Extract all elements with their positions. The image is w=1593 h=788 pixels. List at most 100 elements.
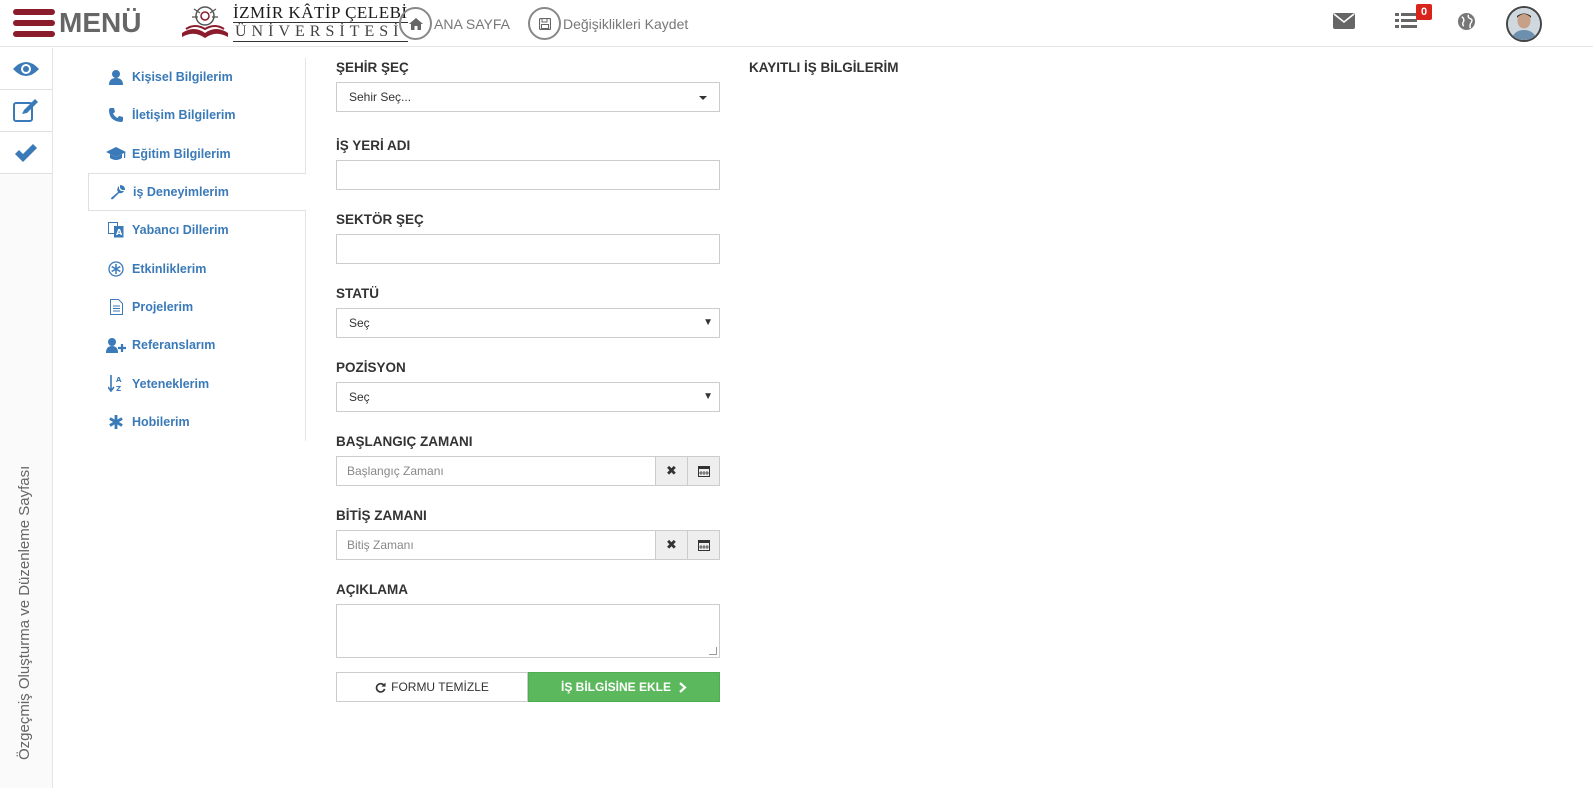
user-add-icon (106, 336, 126, 354)
preview-button[interactable] (0, 48, 52, 90)
caret-down-icon (699, 96, 707, 100)
home-link[interactable]: ANA SAYFA (399, 7, 510, 40)
sidebar-item-label: İletişim Bilgilerim (132, 108, 236, 123)
hamburger-icon (13, 9, 55, 37)
asterisk-circle-icon (106, 260, 126, 278)
notification-badge: 0 (1416, 4, 1433, 20)
translate-icon: A (106, 221, 126, 239)
floppy-disk-icon (528, 7, 561, 40)
refresh-icon (375, 681, 386, 693)
sector-input[interactable] (336, 234, 720, 264)
phone-icon (106, 106, 126, 124)
sector-label: SEKTÖR ŞEÇ (336, 212, 424, 227)
sidebar-item-skills[interactable]: AZ Yeteneklerim (88, 364, 305, 402)
globe-icon[interactable] (1457, 12, 1476, 36)
graduation-cap-icon (106, 145, 126, 163)
status-select[interactable]: Seç ▼ (336, 308, 720, 338)
workplace-input[interactable] (336, 160, 720, 190)
start-date-input[interactable]: Başlangıç Zamanı (336, 456, 656, 486)
calendar-icon (697, 466, 710, 477)
clear-form-label: FORMU TEMİZLE (391, 680, 489, 694)
sidebar-item-label: Yeteneklerim (132, 376, 210, 391)
logo-subtitle: ÜNİVERSİTESİ (233, 22, 408, 42)
start-date-label: BAŞLANGIÇ ZAMANI (336, 434, 473, 449)
clear-form-button[interactable]: FORMU TEMİZLE (336, 672, 528, 702)
end-date-calendar-button[interactable] (688, 530, 720, 560)
status-select-value: Seç (349, 316, 370, 330)
task-list-icon[interactable] (1395, 12, 1417, 35)
sidebar-item-projects[interactable]: Projelerim (88, 288, 305, 326)
end-date-label: BİTİŞ ZAMANI (336, 508, 427, 523)
sidebar-item-label: Eğitim Bilgilerim (132, 146, 231, 161)
top-right-icons: 0 (1293, 4, 1593, 42)
description-textarea[interactable] (336, 604, 720, 658)
start-date-clear-button[interactable]: ✖ (656, 456, 688, 486)
envelope-icon[interactable] (1333, 12, 1355, 35)
caret-down-icon: ▼ (703, 391, 713, 402)
status-label: STATÜ (336, 286, 379, 301)
sidebar-item-label: Referanslarım (132, 338, 216, 353)
sidebar-item-languages[interactable]: A Yabancı Dillerim (88, 211, 305, 249)
close-icon: ✖ (666, 463, 677, 478)
save-changes-label: Değişiklikleri Kaydet (563, 15, 689, 32)
left-rail: Özgeçmiş Oluşturma ve Düzenleme Sayfası (0, 48, 53, 788)
add-work-info-button[interactable]: İŞ BİLGİSİNE EKLE (528, 672, 720, 702)
sidebar-item-work-experience[interactable]: iş Deneyimlerim (88, 172, 306, 212)
add-work-info-label: İŞ BİLGİSİNE EKLE (560, 680, 671, 694)
close-icon: ✖ (666, 537, 677, 552)
city-select[interactable]: Sehir Seç... (336, 82, 720, 112)
document-icon (106, 298, 126, 316)
end-date-group: Bitiş Zamanı ✖ (336, 530, 720, 560)
caret-down-icon: ▼ (703, 317, 713, 328)
work-experience-form: ŞEHİR ŞEÇ Sehir Seç... İŞ YERİ ADI SEKTÖ… (336, 58, 720, 702)
calendar-icon (697, 540, 710, 551)
home-icon (399, 7, 432, 40)
user-avatar[interactable] (1506, 6, 1542, 42)
university-logo[interactable]: İZMİR KÂTİP ÇELEBİ ÜNİVERSİTESİ (180, 3, 408, 43)
position-select[interactable]: Seç ▼ (336, 382, 720, 412)
sidebar-item-references[interactable]: Referanslarım (88, 326, 305, 364)
svg-text:A: A (116, 228, 123, 237)
description-label: AÇIKLAMA (336, 582, 408, 597)
sidebar-item-label: Etkinliklerim (132, 261, 207, 276)
wrench-icon (107, 183, 127, 201)
sidebar-item-hobbies[interactable]: Hobilerim (88, 403, 305, 441)
cv-section-nav: Kişisel Bilgilerim İletişim Bilgilerim E… (88, 58, 306, 441)
start-date-calendar-button[interactable] (688, 456, 720, 486)
save-changes-link[interactable]: Değişiklikleri Kaydet (528, 7, 688, 40)
sidebar-item-label: iş Deneyimlerim (133, 185, 229, 200)
sidebar-item-activities[interactable]: Etkinliklerim (88, 249, 305, 287)
sidebar-item-contact[interactable]: İletişim Bilgilerim (88, 96, 305, 134)
svg-text:Z: Z (116, 385, 121, 392)
workplace-label: İŞ YERİ ADI (336, 138, 411, 153)
page-vertical-title: Özgeçmiş Oluşturma ve Düzenleme Sayfası (16, 465, 33, 760)
edit-button[interactable] (0, 90, 52, 132)
form-actions: FORMU TEMİZLE İŞ BİLGİSİNE EKLE (336, 672, 720, 702)
position-label: POZİSYON (336, 360, 406, 375)
city-label: ŞEHİR ŞEÇ (336, 60, 409, 75)
logo-title: İZMİR KÂTİP ÇELEBİ (233, 3, 408, 22)
chevron-right-icon (679, 681, 687, 693)
menu-button[interactable]: MENÜ (13, 8, 141, 38)
home-link-label: ANA SAYFA (434, 15, 510, 32)
saved-work-info-title: KAYITLI İŞ BİLGİLERİM (749, 60, 899, 75)
menu-label: MENÜ (59, 7, 142, 38)
resize-handle-icon[interactable] (709, 647, 717, 655)
svg-text:A: A (116, 376, 122, 384)
university-emblem-icon (182, 6, 228, 38)
start-date-group: Başlangıç Zamanı ✖ (336, 456, 720, 486)
approve-button[interactable] (0, 132, 52, 174)
top-bar: MENÜ İZMİR KÂTİP ÇELEBİ ÜNİVERSİTESİ ANA… (0, 0, 1593, 47)
position-select-value: Seç (349, 390, 370, 404)
sort-alpha-icon: AZ (106, 375, 126, 393)
user-icon (106, 68, 126, 86)
sidebar-item-education[interactable]: Eğitim Bilgilerim (88, 135, 305, 173)
sidebar-item-label: Hobilerim (132, 414, 190, 429)
end-date-input[interactable]: Bitiş Zamanı (336, 530, 656, 560)
sidebar-item-label: Kişisel Bilgilerim (132, 70, 233, 85)
sidebar-item-personal[interactable]: Kişisel Bilgilerim (88, 58, 305, 96)
end-date-clear-button[interactable]: ✖ (656, 530, 688, 560)
edit-square-icon (13, 98, 38, 122)
eye-icon (13, 61, 39, 76)
city-select-value: Sehir Seç... (349, 90, 412, 104)
